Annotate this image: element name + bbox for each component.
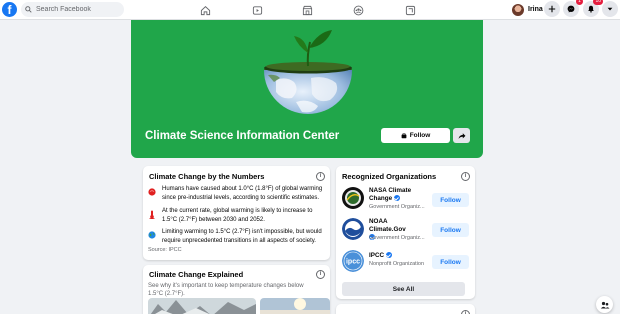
- svg-text:ipcc: ipcc: [346, 259, 360, 266]
- organization-name[interactable]: NASA Climate Change: [369, 187, 424, 203]
- explained-card: Climate Change Explained i See why it's …: [143, 265, 330, 314]
- marketplace-icon[interactable]: [300, 3, 314, 17]
- next-card-peek: i: [336, 304, 475, 314]
- follow-organization-button[interactable]: Follow: [432, 255, 469, 269]
- follow-label: Follow: [409, 132, 431, 139]
- see-all-button[interactable]: See All: [342, 282, 465, 296]
- organization-item: NASA Climate Change Government Organiz..…: [342, 187, 469, 213]
- facebook-logo[interactable]: f: [2, 2, 17, 17]
- organization-category: Government Organiz...: [369, 235, 425, 241]
- globe-warming-icon: [147, 187, 157, 197]
- info-icon[interactable]: i: [461, 172, 470, 181]
- organization-name[interactable]: IPCC: [369, 252, 424, 260]
- groups-icon[interactable]: [351, 3, 365, 17]
- search-input[interactable]: [36, 6, 121, 13]
- create-button[interactable]: [544, 1, 560, 17]
- messenger-badge: 1: [576, 0, 583, 5]
- follow-organization-button[interactable]: Follow: [432, 193, 469, 207]
- watch-icon[interactable]: [250, 3, 264, 17]
- explained-card-title: Climate Change Explained: [149, 270, 244, 279]
- fact-text: Limiting warming to 1.5°C (2.7°F) isn't …: [162, 229, 322, 244]
- bell-icon: [588, 5, 594, 13]
- chevron-down-icon: [607, 7, 613, 11]
- profile-shortcut[interactable]: Irina: [511, 2, 547, 17]
- verified-badge-icon: [385, 252, 392, 259]
- ipcc-logo[interactable]: ipcc: [342, 250, 364, 272]
- explained-card-subtitle: See why it's important to keep temperatu…: [148, 283, 304, 297]
- cover-banner: Climate Science Information Center Follo…: [131, 20, 483, 158]
- follow-page-button[interactable]: Follow: [381, 128, 450, 143]
- search-icon: [25, 6, 32, 13]
- share-button[interactable]: [453, 128, 470, 143]
- organization-category: Nonprofit Organization: [369, 261, 425, 267]
- profile-name: Irina: [528, 6, 543, 13]
- notifications-button[interactable]: 10: [583, 0, 603, 17]
- share-arrow-icon: [458, 132, 465, 139]
- noaa-logo[interactable]: [342, 218, 364, 240]
- messenger-button[interactable]: 1: [563, 0, 583, 17]
- numbers-card: Climate Change by the Numbers i Humans h…: [143, 166, 330, 260]
- notifications-badge: 10: [593, 0, 603, 5]
- account-menu-button[interactable]: [602, 1, 618, 17]
- nasa-logo[interactable]: [342, 187, 364, 209]
- globe-plant-illustration: [264, 30, 352, 114]
- organizations-card: Recognized Organizations i NASA Climate …: [336, 166, 475, 299]
- top-navigation-bar: f Irina 1 10: [0, 0, 620, 20]
- verified-badge-icon: [393, 195, 400, 202]
- home-icon[interactable]: [198, 3, 212, 17]
- organization-category: Government Organiz...: [369, 204, 425, 210]
- info-icon[interactable]: i: [316, 270, 325, 279]
- organization-item: ipcc IPCC Nonprofit Organization Follow: [342, 250, 469, 276]
- info-icon[interactable]: i: [461, 310, 470, 314]
- search-box[interactable]: [21, 2, 124, 17]
- source-label: Source: IPCC: [148, 247, 182, 253]
- fact-item: At the current rate, global warming is l…: [147, 207, 352, 224]
- contacts-fab[interactable]: [596, 296, 613, 313]
- people-icon: [600, 301, 609, 308]
- fact-text: At the current rate, global warming is l…: [162, 208, 313, 223]
- avatar: [512, 3, 524, 16]
- earth-icon: [147, 230, 157, 240]
- follow-icon: [401, 132, 407, 138]
- organizations-card-title: Recognized Organizations: [342, 172, 437, 181]
- page-title: Climate Science Information Center: [145, 130, 340, 142]
- thermometer-icon: [147, 209, 157, 219]
- numbers-card-title: Climate Change by the Numbers: [149, 172, 265, 181]
- organization-item: NOAA Climate.Gov Government Organiz... F…: [342, 218, 469, 244]
- fact-item: Limiting warming to 1.5°C (2.7°F) isn't …: [147, 228, 352, 245]
- video-thumbnail[interactable]: [148, 298, 256, 314]
- gaming-icon[interactable]: [403, 3, 417, 17]
- info-icon[interactable]: i: [316, 172, 325, 181]
- fact-text: Humans have caused about 1.0°C (1.8°F) o…: [162, 186, 323, 201]
- fact-item: Humans have caused about 1.0°C (1.8°F) o…: [147, 185, 352, 202]
- messenger-icon: [567, 5, 575, 13]
- video-thumbnail[interactable]: [260, 298, 330, 314]
- plus-icon: [548, 5, 556, 13]
- follow-organization-button[interactable]: Follow: [432, 223, 469, 237]
